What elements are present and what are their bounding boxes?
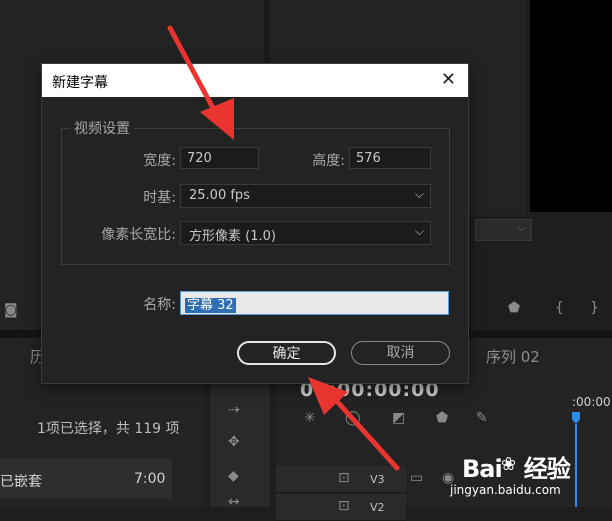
baidu-watermark: Bai 经验 ❀ jingyan.baidu.com	[440, 440, 610, 506]
arrow-down-annotation	[167, 25, 234, 140]
annotation-arrows	[167, 25, 400, 471]
paw-icon: ❀	[501, 454, 517, 475]
watermark-site: jingyan.baidu.com	[450, 483, 561, 497]
arrow-up-annotation	[308, 377, 400, 471]
